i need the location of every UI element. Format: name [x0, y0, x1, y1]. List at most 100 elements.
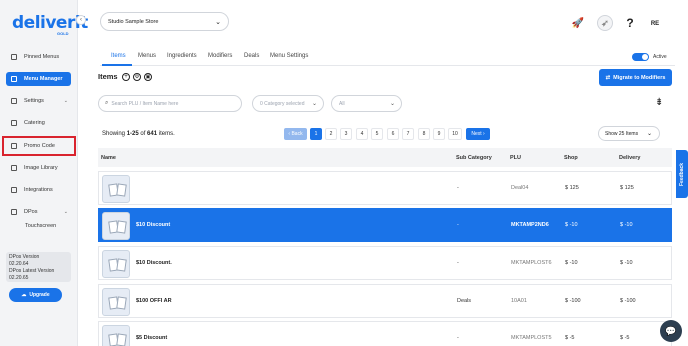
archive-icon[interactable]: ▣ [144, 73, 152, 81]
item-delivery-price: $ 125 [620, 185, 634, 191]
page-button[interactable]: 3 [340, 128, 352, 140]
pagination-next-button[interactable]: Next › [466, 128, 490, 140]
sidebar-item-catering[interactable]: Catering [6, 116, 71, 130]
sidebar-item-label: Pinned Menus [24, 54, 60, 60]
page-button[interactable]: 2 [325, 128, 337, 140]
feedback-tab[interactable]: Feedback [676, 150, 688, 198]
column-header-delivery[interactable]: Delivery [619, 155, 640, 161]
store-select-value: Studio Sample Store [108, 18, 159, 25]
settings-icon[interactable]: ⚙ [133, 73, 141, 81]
page-button[interactable]: 1 [310, 128, 322, 140]
item-name: $10 Discount. [136, 260, 172, 266]
active-toggle[interactable] [632, 53, 649, 61]
item-thumbnail [102, 175, 130, 203]
sidebar-item-label: Integrations [24, 187, 53, 193]
tab-deals[interactable]: Deals [244, 53, 259, 59]
item-sub-category: - [457, 185, 459, 191]
pagination-back-button[interactable]: ‹ Back [284, 128, 307, 140]
chat-bubble-icon[interactable]: 💬 [660, 320, 682, 342]
sidebar-subitem-touchscreen[interactable]: Touchscreen [25, 223, 56, 229]
item-delivery-price: $ -10 [620, 222, 633, 228]
store-select[interactable]: Studio Sample Store ⌄ [100, 12, 229, 31]
status-placeholder: All [339, 100, 345, 107]
item-name: $100 OFFI AR [136, 298, 172, 304]
version-label: DPos Version [9, 254, 40, 260]
column-header-name[interactable]: Name [101, 155, 116, 161]
item-delivery-price: $ -100 [620, 298, 636, 304]
tab-menu-settings[interactable]: Menu Settings [270, 53, 308, 59]
search-input[interactable]: ⌕ Search PLU / Item Name here [98, 95, 242, 112]
page-button[interactable]: 10 [448, 128, 462, 140]
latest-version-value: 02.20.65 [9, 275, 29, 281]
page-size-value: Show 25 Items [605, 130, 639, 137]
sidebar-item-label: Image Library [24, 165, 58, 171]
item-name: $5 Discount [136, 335, 168, 341]
table-row[interactable]: $5 Discount - MKTAMPLOST5 $ -5 $ -5 [98, 321, 672, 346]
table-row[interactable]: $10 Discount. - MKTAMPLOST6 $ -10 $ -10 [98, 246, 672, 280]
help-icon[interactable]: ? [622, 15, 638, 31]
status-select[interactable]: All ⌄ [331, 95, 402, 112]
promo-code-highlight [2, 136, 76, 156]
sidebar-item-label: Settings [24, 98, 44, 104]
item-delivery-price: $ -10 [620, 260, 633, 266]
rocket-outline-icon[interactable]: ➶ [597, 15, 613, 31]
link-icon [11, 187, 17, 193]
catering-icon [11, 120, 17, 126]
migrate-to-modifiers-button[interactable]: ⇄ Migrate to Modifiers [599, 69, 672, 86]
table-row[interactable]: - Deal04 $ 125 $ 125 [98, 171, 672, 205]
tab-modifiers[interactable]: Modifiers [208, 53, 232, 59]
sidebar-item-label: DPos [24, 209, 38, 215]
page-button[interactable]: 4 [356, 128, 368, 140]
sidebar-collapse-button[interactable]: ‹ [76, 15, 86, 25]
items-count: Showing 1-25 of 641 items. [102, 131, 175, 137]
sidebar-item-label: Menu Manager [24, 76, 63, 82]
version-info: DPos Version 02.20.64 DPos Latest Versio… [6, 252, 71, 282]
version-value: 02.20.64 [9, 261, 29, 267]
sidebar-item-dpos[interactable]: DPos ⌄ [6, 205, 71, 219]
column-header-sub-category[interactable]: Sub Category [456, 155, 492, 161]
page-button[interactable]: 9 [433, 128, 445, 140]
gear-icon [11, 98, 17, 104]
active-tab-indicator [102, 64, 132, 66]
sidebar-item-integrations[interactable]: Integrations [6, 183, 71, 197]
category-select[interactable]: 0 Category selected ⌄ [252, 95, 324, 112]
table-row[interactable]: $100 OFFI AR Deals 10A01 $ -100 $ -100 [98, 284, 672, 318]
item-sub-category: Deals [457, 298, 472, 304]
column-header-shop[interactable]: Shop [564, 155, 578, 161]
sidebar-item-settings[interactable]: Settings ⌄ [6, 94, 71, 108]
table-row[interactable]: $10 Discount - MKTAMP2ND6 $ -10 $ -10 [98, 208, 672, 242]
sidebar-item-image-library[interactable]: Image Library [6, 161, 71, 175]
item-shop-price: $ -10 [565, 260, 578, 266]
upgrade-label: Upgrade [29, 292, 50, 298]
item-plu: MKTAMPLOST6 [511, 260, 552, 266]
item-sub-category: - [457, 222, 459, 228]
sidebar: deliverit GOLD Pinned Menus Menu Manager… [0, 0, 88, 346]
item-plu: MKTAMPLOST5 [511, 335, 552, 341]
page-button[interactable]: 6 [387, 128, 399, 140]
search-icon: ⌕ [105, 100, 109, 106]
rocket-icon[interactable]: 🚀 [570, 15, 586, 31]
item-delivery-price: $ -5 [620, 335, 630, 341]
item-shop-price: $ 125 [565, 185, 579, 191]
tab-ingredients[interactable]: Ingredients [167, 53, 197, 59]
item-name: $10 Discount [136, 222, 171, 228]
brand-logo-sub: GOLD [57, 31, 69, 36]
upgrade-button[interactable]: ☁ Upgrade [9, 288, 62, 302]
column-header-plu[interactable]: PLU [510, 155, 521, 161]
page-size-select[interactable]: Show 25 Items ⌄ [598, 126, 660, 141]
pin-icon [11, 54, 17, 60]
sidebar-item-menu-manager[interactable]: Menu Manager [6, 72, 71, 86]
page-button[interactable]: 5 [371, 128, 383, 140]
sidebar-item-pinned-menus[interactable]: Pinned Menus [6, 50, 71, 64]
tab-items[interactable]: Items [111, 53, 126, 59]
add-icon[interactable]: + [122, 73, 130, 81]
chevron-down-icon: ⌄ [646, 131, 652, 137]
sort-filter-icon[interactable]: ⇟ [655, 97, 663, 108]
avatar[interactable]: RE [646, 15, 664, 33]
tab-menus[interactable]: Menus [138, 53, 156, 59]
menu-icon [11, 76, 17, 82]
page-button[interactable]: 7 [402, 128, 414, 140]
item-thumbnail [102, 288, 130, 316]
chevron-down-icon: ⌄ [389, 101, 395, 107]
page-button[interactable]: 8 [418, 128, 430, 140]
